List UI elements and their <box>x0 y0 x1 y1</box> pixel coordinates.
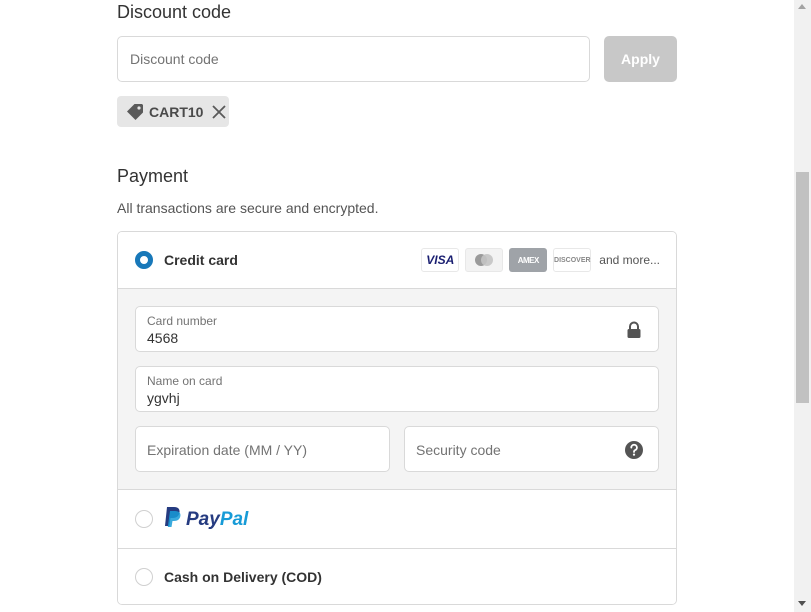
paypal-p-icon <box>164 506 182 533</box>
name-on-card-field[interactable]: Name on card ygvhj <box>135 366 659 412</box>
card-number-field[interactable]: Card number 4568 <box>135 306 659 352</box>
credit-card-form: Card number 4568 Name on card ygvhj Expi… <box>118 289 676 490</box>
paypal-logo: PayPal <box>164 506 248 533</box>
cod-radio[interactable] <box>135 568 153 586</box>
paypal-wordmark: PayPal <box>186 509 248 531</box>
apply-discount-button[interactable]: Apply <box>604 36 677 82</box>
more-cards-label: and more... <box>599 253 660 267</box>
applied-discount-tag: CART10 <box>117 96 229 127</box>
payment-option-cod[interactable]: Cash on Delivery (COD) <box>118 549 676 604</box>
card-number-value: 4568 <box>147 330 179 346</box>
security-code-field[interactable]: Security code <box>404 426 659 472</box>
mastercard-icon <box>465 248 504 272</box>
credit-card-radio[interactable] <box>135 251 153 269</box>
payment-section-title: Payment <box>117 166 189 186</box>
discount-section-title: Discount code <box>117 2 232 22</box>
credit-card-label: Credit card <box>164 252 238 268</box>
name-on-card-value: ygvhj <box>147 390 180 406</box>
payment-option-paypal[interactable]: PayPal <box>118 490 676 549</box>
accepted-cards: VISA AMEX DISCOVER and more... <box>421 248 660 272</box>
payment-methods-box: Credit card VISA AMEX DISCOVER and more.… <box>117 231 677 605</box>
vertical-scrollbar[interactable] <box>794 0 811 612</box>
cod-label: Cash on Delivery (COD) <box>164 569 322 585</box>
expiration-date-placeholder: Expiration date (MM / YY) <box>147 442 308 458</box>
lock-icon <box>624 320 644 340</box>
discover-card-icon: DISCOVER <box>553 248 592 272</box>
discount-code-input[interactable] <box>117 36 590 82</box>
price-tag-icon <box>126 103 144 121</box>
paypal-wordmark-pal: Pal <box>219 508 249 530</box>
expiration-date-field[interactable]: Expiration date (MM / YY) <box>135 426 390 472</box>
name-on-card-label: Name on card <box>147 374 223 388</box>
scroll-down-arrow-icon[interactable] <box>798 601 806 606</box>
visa-card-icon: VISA <box>421 248 460 272</box>
paypal-radio[interactable] <box>135 510 153 528</box>
amex-card-icon: AMEX <box>509 248 548 272</box>
help-question-icon[interactable] <box>624 440 644 460</box>
remove-discount-close-icon[interactable] <box>211 104 227 120</box>
card-number-label: Card number <box>147 314 218 328</box>
payment-security-note: All transactions are secure and encrypte… <box>117 200 379 216</box>
scroll-up-arrow-icon[interactable] <box>798 4 806 9</box>
paypal-wordmark-pay: Pay <box>186 508 220 530</box>
applied-discount-code: CART10 <box>149 103 204 120</box>
scroll-thumb[interactable] <box>796 172 809 403</box>
payment-option-credit-card[interactable]: Credit card VISA AMEX DISCOVER and more.… <box>118 232 676 289</box>
security-code-placeholder: Security code <box>416 442 501 458</box>
